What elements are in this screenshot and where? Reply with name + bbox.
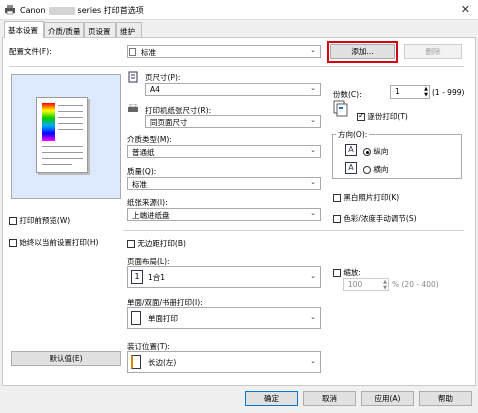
close-button[interactable]: ✕ — [461, 3, 470, 16]
collate-icon — [333, 100, 348, 117]
quality-select[interactable]: 标准 ⌄ — [127, 177, 321, 190]
quality-label: 质量(Q): — [127, 167, 157, 176]
scaling-checkbox[interactable]: 缩放: — [333, 267, 361, 278]
landscape-radio[interactable]: 横向 — [363, 164, 388, 175]
single-side-icon — [131, 311, 141, 325]
profile-label: 配置文件(F): — [9, 47, 52, 56]
chevron-down-icon: ⌄ — [310, 209, 316, 217]
radio-unselected-icon — [363, 166, 371, 174]
layout-select[interactable]: 1 1合1 ⌄ — [127, 266, 321, 288]
paper-source-select[interactable]: 上端进纸盘 ⌄ — [127, 208, 321, 221]
long-edge-left-icon — [131, 355, 141, 369]
preview-page — [36, 97, 88, 173]
title-bar: Canon series 打印首选项 ✕ — [0, 0, 478, 20]
checkbox-unchecked-icon — [9, 217, 17, 225]
preview-color-bar — [42, 103, 55, 141]
profile-select[interactable]: 标准 ⌄ — [127, 45, 321, 58]
color-manual-checkbox[interactable]: 色彩/浓度手动调节(S) — [333, 213, 417, 224]
chevron-down-icon: ⌄ — [310, 146, 316, 154]
spinner-arrows-icon: ▲ ▼ — [383, 279, 387, 291]
output-size-select[interactable]: 同页面尺寸 ⌄ — [145, 115, 321, 128]
scaling-range: % (20 - 400) — [392, 280, 439, 289]
borderless-checkbox[interactable]: 无边距打印(B) — [127, 238, 186, 249]
tab-maintenance[interactable]: 维护 — [116, 22, 142, 37]
portrait-icon: A — [345, 144, 357, 156]
page-size-icon — [128, 71, 138, 83]
ok-button[interactable]: 确定 — [245, 391, 298, 406]
chevron-down-icon: ⌄ — [310, 178, 316, 186]
preview-box — [11, 74, 121, 199]
tab-basic[interactable]: 基本设置 — [4, 21, 44, 38]
checkbox-unchecked-icon — [9, 239, 17, 247]
tab-media-quality[interactable]: 介质/质量 — [44, 22, 84, 37]
page-size-label: 页尺寸(P): — [145, 73, 181, 82]
media-type-label: 介质类型(M): — [127, 135, 172, 144]
media-type-select[interactable]: 普通纸 ⌄ — [127, 145, 321, 158]
checkbox-unchecked-icon — [127, 240, 135, 248]
help-button[interactable]: 帮助 — [419, 391, 472, 406]
checkbox-unchecked-icon — [333, 269, 341, 277]
divider — [123, 230, 464, 231]
duplex-select[interactable]: 单面打印 ⌄ — [127, 307, 321, 329]
profile-icon — [129, 48, 136, 56]
chevron-down-icon: ⌄ — [310, 84, 316, 92]
copies-input[interactable]: 1 ▲ ▼ — [390, 85, 430, 99]
checkbox-unchecked-icon — [333, 194, 341, 202]
grayscale-checkbox[interactable]: 黑白照片打印(K) — [333, 192, 399, 203]
window-title: Canon series 打印首选项 — [20, 6, 144, 15]
stapling-select[interactable]: 长边(左) ⌄ — [127, 351, 321, 373]
collate-checkbox[interactable]: ✓ 逐份打印(T) — [357, 111, 408, 122]
cancel-button[interactable]: 取消 — [303, 391, 356, 406]
scaling-input[interactable]: 100 ▲ ▼ — [343, 278, 389, 291]
printer-paper-icon — [128, 104, 138, 112]
divider — [9, 66, 464, 67]
apply-button[interactable]: 应用(A) — [361, 391, 414, 406]
layout-icon: 1 — [131, 270, 143, 284]
chevron-down-icon: ⌄ — [310, 357, 316, 365]
copies-range: (1 - 999) — [432, 88, 465, 97]
always-current-checkbox[interactable]: 始终以当前设置打印(H) — [9, 237, 98, 248]
defaults-button[interactable]: 默认值(E) — [11, 351, 121, 366]
checkbox-checked-icon: ✓ — [357, 111, 365, 121]
checkbox-unchecked-icon — [333, 215, 341, 223]
orientation-label: 方向(O): — [336, 129, 370, 140]
delete-profile-button[interactable]: 删除 — [404, 44, 462, 59]
chevron-down-icon: ⌄ — [310, 313, 316, 321]
radio-selected-icon — [363, 148, 371, 156]
page-size-select[interactable]: A4 ⌄ — [145, 83, 321, 96]
tab-page-setup[interactable]: 页设置 — [84, 22, 116, 37]
paper-source-label: 纸张来源(I): — [127, 198, 168, 207]
portrait-radio[interactable]: 纵向 — [363, 146, 388, 157]
chevron-down-icon: ⌄ — [310, 272, 316, 280]
printer-icon — [5, 5, 15, 15]
spinner-arrows-icon: ▲ ▼ — [424, 86, 428, 98]
add-profile-button[interactable]: 添加... — [330, 44, 395, 59]
chevron-down-icon: ⌄ — [310, 46, 316, 54]
landscape-icon: A — [345, 162, 357, 174]
chevron-down-icon: ⌄ — [310, 116, 316, 124]
preview-before-checkbox[interactable]: 打印前预览(W) — [9, 215, 70, 226]
